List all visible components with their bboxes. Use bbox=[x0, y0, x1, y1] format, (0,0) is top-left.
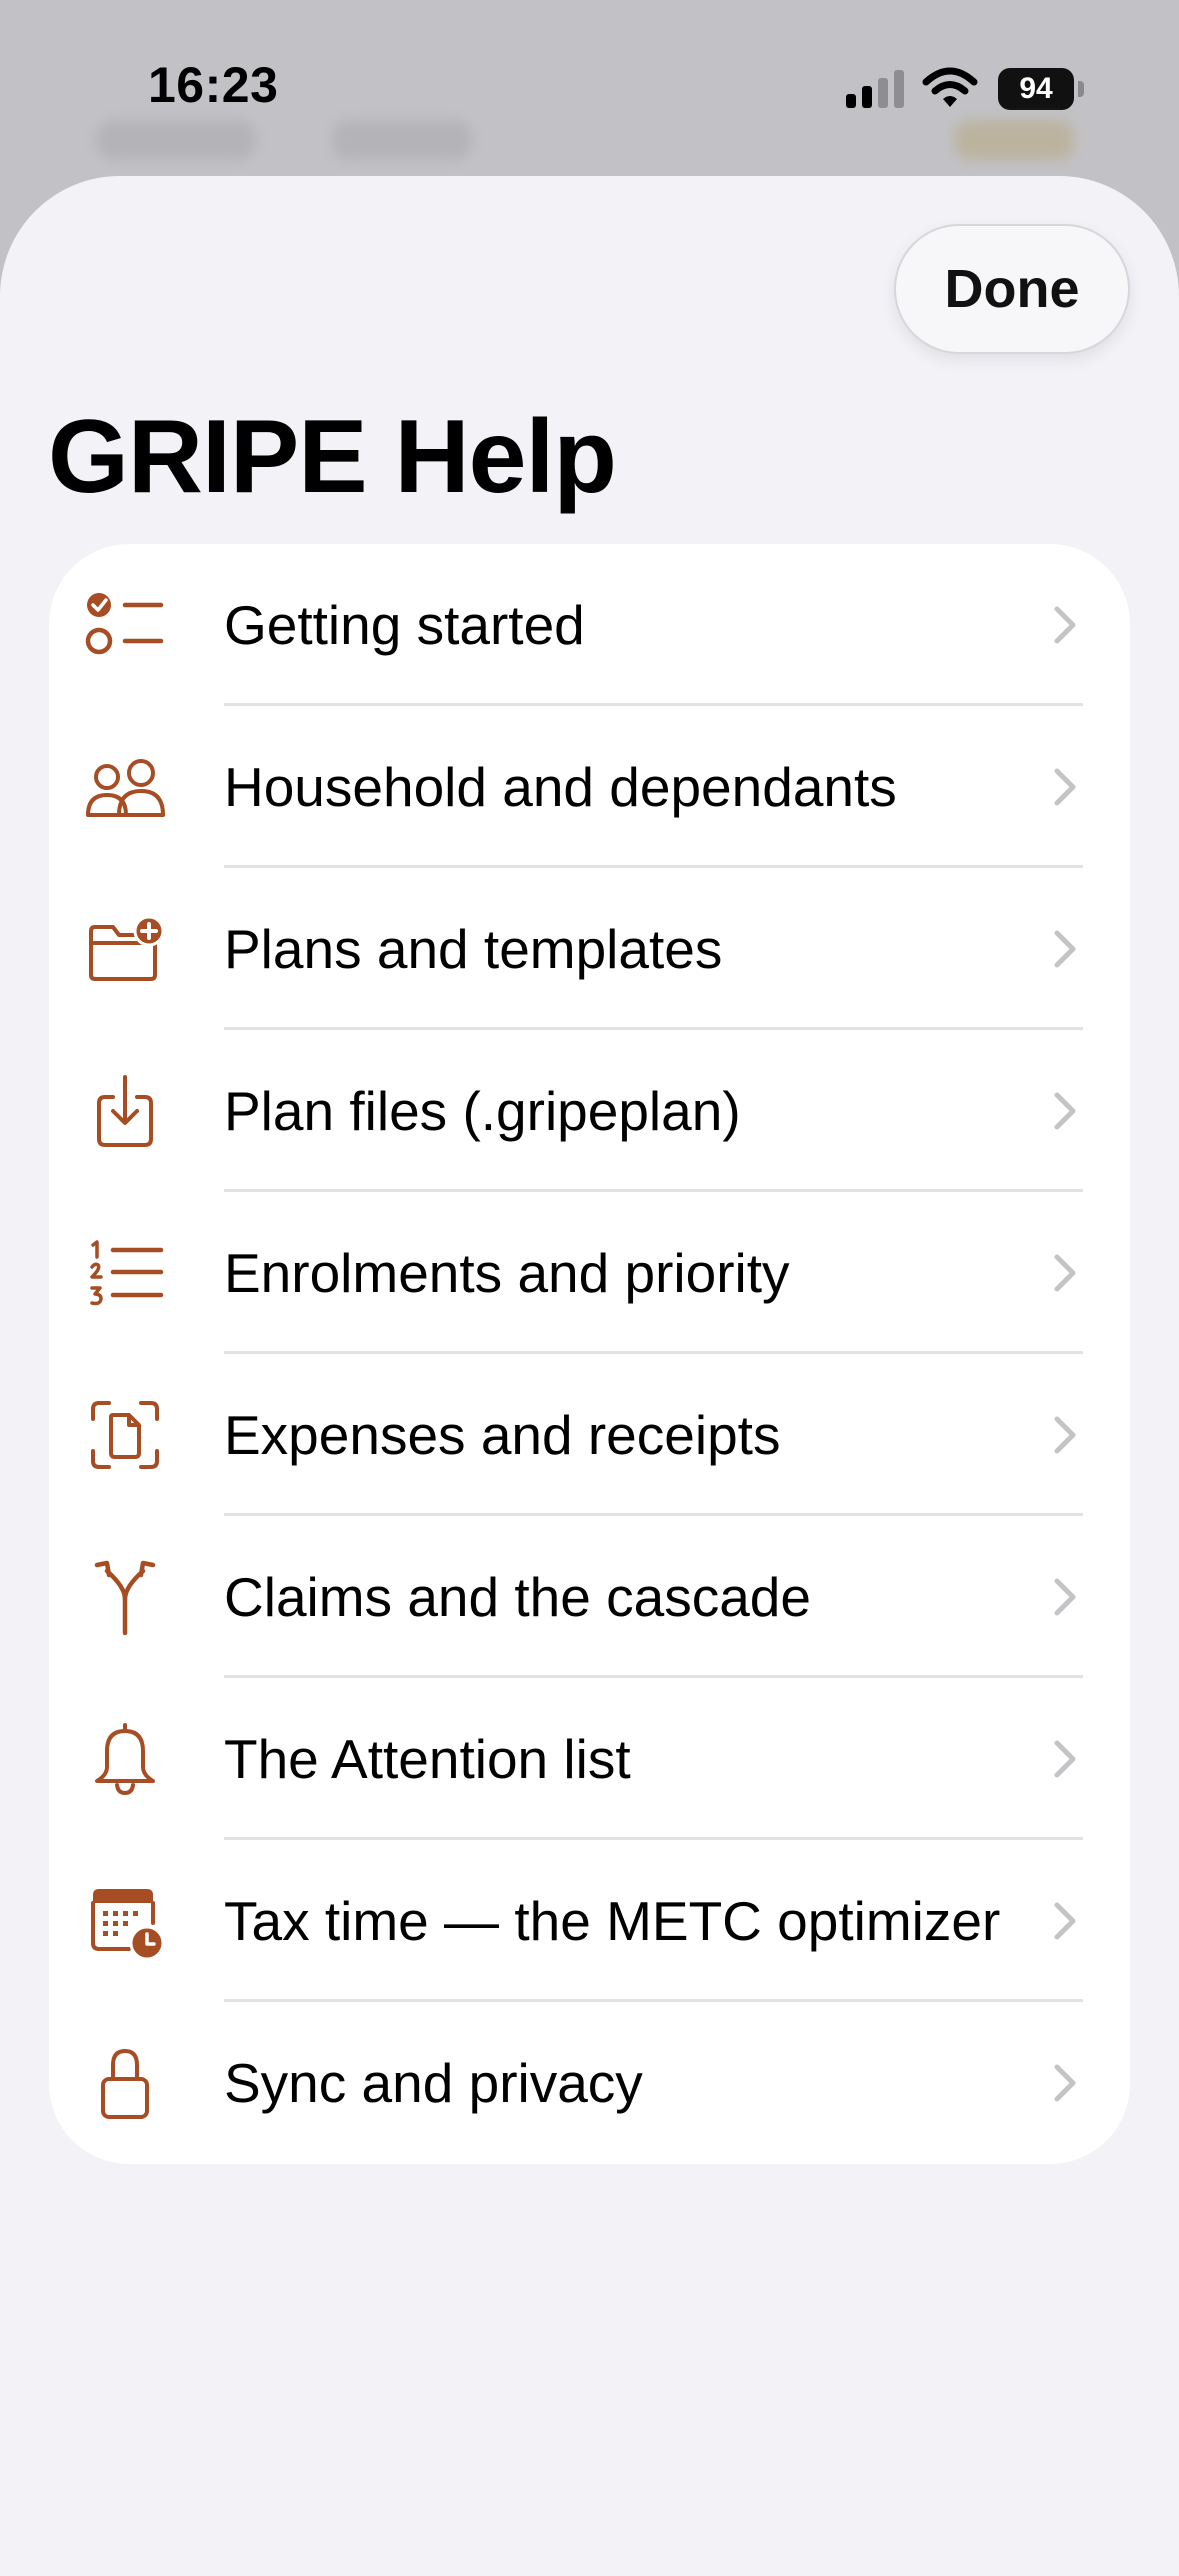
chevron-right-icon bbox=[1054, 1092, 1076, 1130]
chevron-right-icon bbox=[1054, 606, 1076, 644]
help-row-label: Sync and privacy bbox=[224, 2052, 643, 2114]
document-scan-icon bbox=[91, 1401, 159, 1469]
people-icon bbox=[86, 759, 165, 817]
help-row-label: Tax time — the METC optimizer bbox=[224, 1890, 1001, 1952]
help-row-label: Enrolments and priority bbox=[224, 1242, 790, 1304]
branch-split-icon bbox=[94, 1560, 156, 1636]
help-row-expenses-and-receipts[interactable]: Expenses and receipts bbox=[49, 1354, 1130, 1516]
background-app-hint bbox=[954, 120, 1074, 160]
chevron-right-icon bbox=[1054, 1416, 1076, 1454]
chevron-right-icon bbox=[1054, 1902, 1076, 1940]
chevron-right-icon bbox=[1054, 1740, 1076, 1778]
chevron-right-icon bbox=[1054, 930, 1076, 968]
done-button[interactable]: Done bbox=[894, 224, 1130, 354]
background-app-hint bbox=[96, 120, 256, 160]
help-row-label: Household and dependants bbox=[224, 756, 897, 818]
bell-icon bbox=[95, 1723, 155, 1796]
battery-icon: 94 bbox=[998, 68, 1090, 112]
background-app-hint bbox=[332, 120, 472, 160]
cellular-signal-icon bbox=[846, 70, 904, 108]
help-row-label: Plans and templates bbox=[224, 918, 723, 980]
status-time: 16:23 bbox=[148, 57, 279, 113]
help-topics-list: Getting started Household and dependants bbox=[49, 544, 1130, 2164]
calendar-clock-icon bbox=[91, 1889, 165, 1961]
battery-level: 94 bbox=[998, 68, 1074, 110]
help-row-attention-list[interactable]: The Attention list bbox=[49, 1678, 1130, 1840]
help-sheet: Done GRIPE Help Getting started Househol… bbox=[0, 176, 1179, 2576]
help-row-label: The Attention list bbox=[224, 1728, 631, 1790]
folder-add-icon bbox=[89, 915, 165, 981]
status-icons: 94 bbox=[840, 62, 1100, 110]
help-row-plans-and-templates[interactable]: Plans and templates bbox=[49, 868, 1130, 1030]
numbered-list-icon bbox=[90, 1240, 164, 1306]
chevron-right-icon bbox=[1054, 2064, 1076, 2102]
checklist-icon bbox=[85, 593, 164, 655]
help-row-sync-and-privacy[interactable]: Sync and privacy bbox=[49, 2002, 1130, 2164]
help-row-label: Getting started bbox=[224, 594, 585, 656]
help-row-label: Plan files (.gripeplan) bbox=[224, 1080, 741, 1142]
help-row-getting-started[interactable]: Getting started bbox=[49, 544, 1130, 706]
help-row-label: Expenses and receipts bbox=[224, 1404, 781, 1466]
help-row-plan-files[interactable]: Plan files (.gripeplan) bbox=[49, 1030, 1130, 1192]
chevron-right-icon bbox=[1054, 768, 1076, 806]
chevron-right-icon bbox=[1054, 1254, 1076, 1292]
help-row-tax-time-metc-optimizer[interactable]: Tax time — the METC optimizer bbox=[49, 1840, 1130, 2002]
page-title: GRIPE Help bbox=[48, 399, 617, 515]
help-row-enrolments-and-priority[interactable]: Enrolments and priority bbox=[49, 1192, 1130, 1354]
help-row-household-and-dependants[interactable]: Household and dependants bbox=[49, 706, 1130, 868]
lock-icon bbox=[101, 2048, 149, 2119]
wifi-icon bbox=[922, 67, 978, 107]
chevron-right-icon bbox=[1054, 1578, 1076, 1616]
help-row-claims-and-the-cascade[interactable]: Claims and the cascade bbox=[49, 1516, 1130, 1678]
download-tray-icon bbox=[97, 1075, 153, 1147]
help-row-label: Claims and the cascade bbox=[224, 1566, 811, 1628]
